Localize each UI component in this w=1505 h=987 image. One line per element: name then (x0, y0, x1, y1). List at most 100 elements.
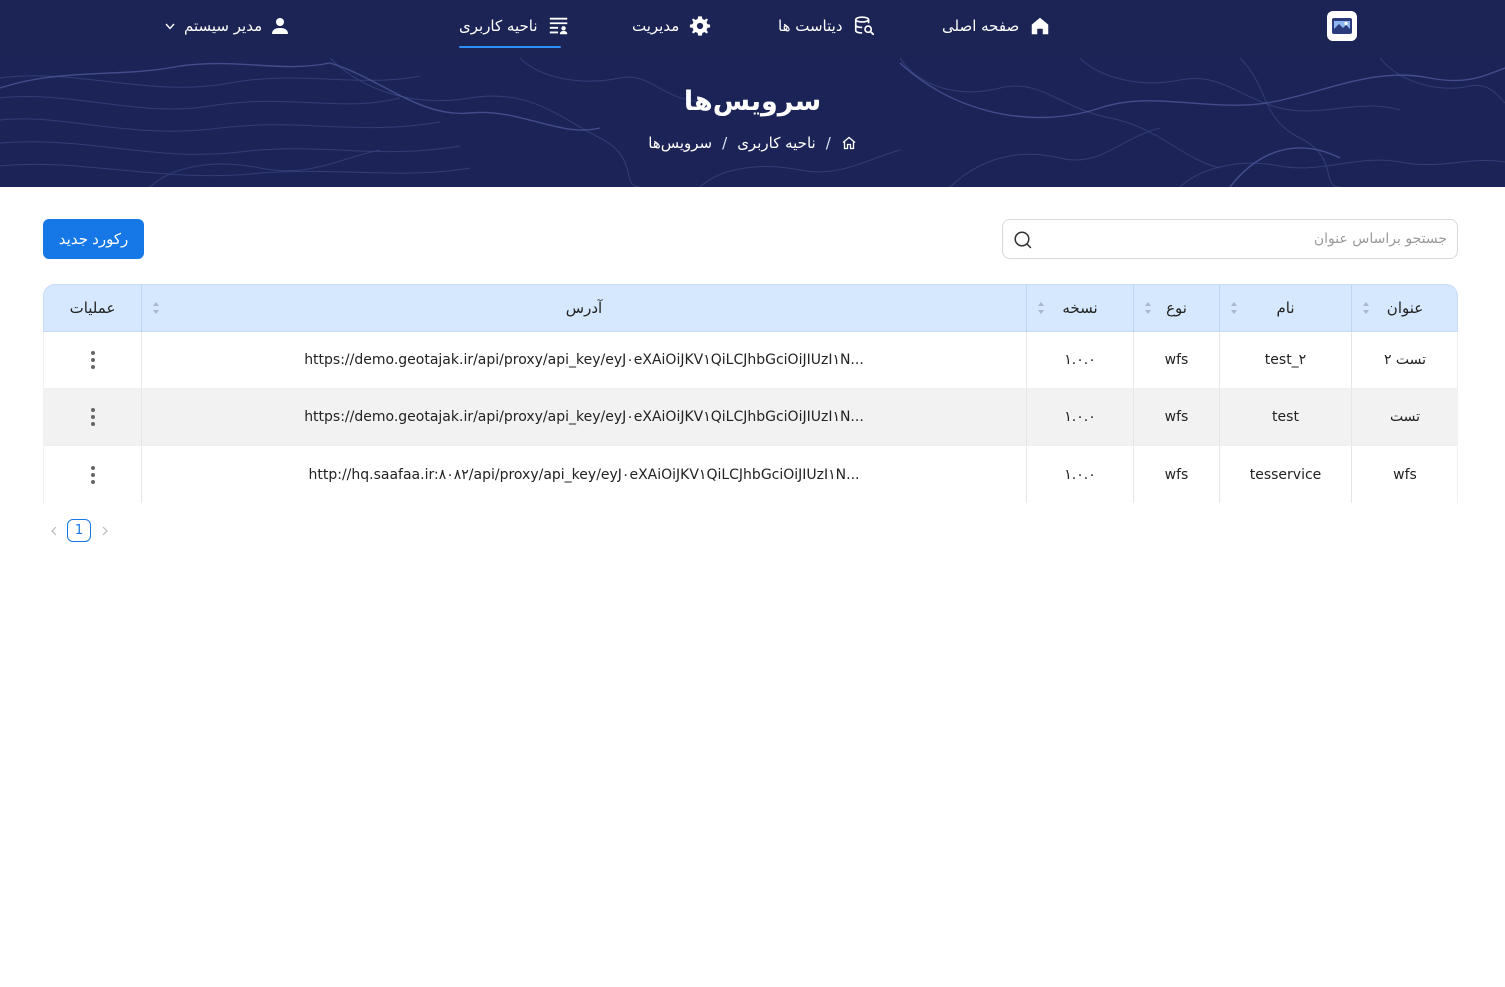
column-divider (1219, 285, 1220, 331)
pagination: 1 (46, 519, 112, 542)
search-icon[interactable] (1013, 230, 1033, 250)
search-box (1002, 219, 1458, 259)
nav-item-label: مدیریت (632, 17, 680, 35)
cell-version: ۱.۰.۰ (1064, 409, 1096, 425)
pagination-next-button[interactable] (46, 519, 61, 542)
cell-name: tesservice (1249, 466, 1322, 483)
column-header-label: نوع (1166, 299, 1187, 317)
user-area-list-icon (549, 17, 567, 35)
dataset-search-icon (854, 16, 874, 36)
column-header-title[interactable]: عنوان (1352, 285, 1458, 331)
column-header-actions: عملیات (44, 285, 141, 331)
page-header-banner: سرویس‌ها / ناحیه کاربری / سرویس‌ها (0, 58, 1505, 187)
cell-version: ۱.۰.۰ (1064, 352, 1096, 368)
cell-type: wfs (1164, 409, 1189, 425)
cell-address: http://hq.saafaa.ir:۸۰۸۲/api/proxy/api_k… (308, 466, 860, 483)
new-record-button[interactable]: رکورد جدید (43, 219, 144, 259)
search-input[interactable] (1045, 220, 1447, 258)
nav-item-user-area[interactable]: ناحیه کاربری (459, 14, 570, 38)
column-divider (1219, 389, 1220, 445)
nav-item-home[interactable]: صفحه اصلی (942, 14, 1051, 38)
more-vertical-icon (90, 465, 95, 484)
user-menu[interactable]: مدیر سیستم (164, 14, 290, 38)
column-divider (141, 446, 142, 503)
top-navbar: صفحه اصلی دیتاست ها مدیریت ناحیه کاربری … (0, 0, 1505, 58)
column-divider (1133, 332, 1134, 388)
cell-title: wfs (1393, 466, 1417, 483)
column-divider (1219, 332, 1220, 388)
table-row[interactable]: wfs tesservice wfs ۱.۰.۰ http://hq.saafa… (43, 446, 1458, 503)
column-header-name[interactable]: نام (1220, 285, 1351, 331)
nav-item-management[interactable]: مدیریت (632, 14, 711, 38)
breadcrumb-separator: / (722, 134, 728, 152)
breadcrumb: / ناحیه کاربری / سرویس‌ها (0, 134, 1505, 152)
sort-icon[interactable] (1362, 301, 1370, 315)
pagination-prev-button[interactable] (97, 519, 112, 542)
pagination-page-button[interactable]: 1 (67, 519, 91, 542)
page-title: سرویس‌ها (683, 86, 822, 117)
column-divider (1133, 446, 1134, 503)
column-divider (1351, 332, 1352, 388)
sort-icon[interactable] (1230, 301, 1238, 315)
gear-icon (690, 16, 711, 36)
table-header: عنوان نام نوع نسخه آدرس عملیات (43, 284, 1458, 332)
sort-icon[interactable] (1144, 301, 1152, 315)
map-logo-icon (1332, 18, 1352, 34)
column-divider (1351, 389, 1352, 445)
breadcrumb-item-services: سرویس‌ها (648, 134, 713, 152)
cell-name: test_۲ (1264, 352, 1307, 368)
chevron-right-icon (102, 526, 108, 535)
cell-address: https://demo.geotajak.ir/api/proxy/api_k… (304, 352, 864, 368)
column-divider (1219, 446, 1220, 503)
cell-version: ۱.۰.۰ (1064, 466, 1096, 483)
column-header-label: آدرس (565, 299, 603, 317)
column-header-label: عنوان (1386, 299, 1424, 317)
user-name: مدیر سیستم (184, 17, 263, 35)
services-table: عنوان نام نوع نسخه آدرس عملیات تست ۲ tes… (43, 284, 1458, 503)
column-header-label: عملیات (69, 299, 116, 317)
row-actions-menu-icon[interactable] (44, 332, 141, 388)
breadcrumb-item-user-area[interactable]: ناحیه کاربری (737, 134, 816, 152)
cell-type: wfs (1164, 352, 1189, 368)
more-vertical-icon (90, 408, 95, 426)
chevron-left-icon (50, 526, 56, 535)
column-header-label: نام (1276, 299, 1295, 317)
cell-title: تست (1389, 409, 1421, 425)
breadcrumb-home-icon[interactable] (841, 135, 857, 151)
nav-item-label: ناحیه کاربری (459, 17, 538, 35)
column-divider (141, 332, 142, 388)
nav-item-label: صفحه اصلی (942, 17, 1020, 35)
column-divider (1133, 389, 1134, 445)
nav-item-label: دیتاست ها (778, 17, 843, 35)
row-actions-menu-icon[interactable] (44, 446, 141, 503)
column-divider (1026, 332, 1027, 388)
column-divider (1133, 285, 1134, 331)
column-divider (1351, 446, 1352, 503)
home-icon (1031, 17, 1049, 35)
chevron-down-icon (165, 23, 175, 30)
column-divider (1026, 285, 1027, 331)
column-header-version[interactable]: نسخه (1027, 285, 1133, 331)
cell-title: تست ۲ (1383, 352, 1427, 368)
column-divider (1026, 389, 1027, 445)
column-header-type[interactable]: نوع (1134, 285, 1219, 331)
topographic-map-background (0, 58, 1505, 187)
column-header-label: نسخه (1062, 299, 1098, 317)
column-divider (1351, 285, 1352, 331)
column-divider (141, 285, 142, 331)
cell-address: https://demo.geotajak.ir/api/proxy/api_k… (304, 409, 864, 425)
sort-icon[interactable] (1037, 301, 1045, 315)
active-tab-indicator (459, 46, 561, 48)
row-actions-menu-icon[interactable] (44, 389, 141, 445)
breadcrumb-separator: / (825, 134, 831, 152)
app-logo[interactable] (1327, 11, 1357, 41)
nav-item-datasets[interactable]: دیتاست ها (778, 14, 875, 38)
cell-name: test (1272, 409, 1299, 425)
sort-icon[interactable] (152, 301, 160, 315)
table-row[interactable]: تست ۲ test_۲ wfs ۱.۰.۰ https://demo.geot… (43, 332, 1458, 389)
column-divider (141, 389, 142, 445)
cell-type: wfs (1164, 466, 1189, 483)
table-row[interactable]: تست test wfs ۱.۰.۰ https://demo.geotajak… (43, 389, 1458, 446)
user-icon (272, 18, 289, 34)
column-header-address[interactable]: آدرس (142, 285, 1026, 331)
